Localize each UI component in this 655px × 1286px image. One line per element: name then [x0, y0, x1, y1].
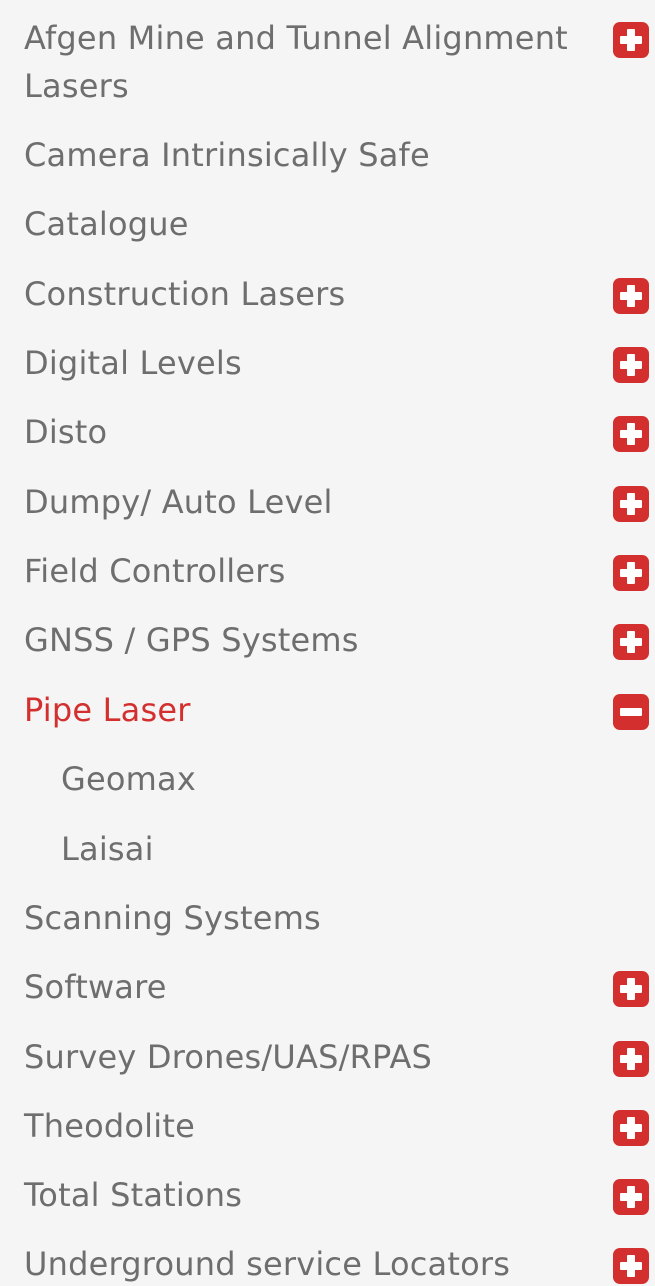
menu-item-scanning-systems[interactable]: Scanning Systems [0, 894, 655, 942]
menu-item-total-stations[interactable]: Total Stations [0, 1171, 655, 1219]
menu-item-gnss-gps-systems[interactable]: GNSS / GPS Systems [0, 616, 655, 664]
submenu-item-geomax[interactable]: Geomax [0, 755, 655, 803]
menu-item-label[interactable]: Disto [24, 408, 584, 456]
menu-item-camera-intrinsically-safe[interactable]: Camera Intrinsically Safe [0, 131, 655, 179]
menu-item-label[interactable]: Camera Intrinsically Safe [24, 131, 584, 179]
menu-item-label[interactable]: Theodolite [24, 1102, 584, 1150]
expand-icon[interactable] [613, 278, 649, 314]
menu-item-label[interactable]: Field Controllers [24, 547, 584, 595]
menu-item-construction-lasers[interactable]: Construction Lasers [0, 270, 655, 318]
menu-item-label[interactable]: Survey Drones/UAS/RPAS [24, 1033, 584, 1081]
menu-item-label[interactable]: Total Stations [24, 1171, 584, 1219]
expand-icon[interactable] [613, 1179, 649, 1215]
menu-item-afgen[interactable]: Afgen Mine and Tunnel Alignment Lasers [0, 14, 655, 110]
menu-item-label[interactable]: Dumpy/ Auto Level [24, 478, 584, 526]
expand-icon[interactable] [613, 971, 649, 1007]
collapse-icon[interactable] [613, 694, 649, 730]
expand-icon[interactable] [613, 22, 649, 58]
expand-icon[interactable] [613, 486, 649, 522]
menu-item-catalogue[interactable]: Catalogue [0, 200, 655, 248]
menu-item-underground-service-locators[interactable]: Underground service Locators [0, 1240, 655, 1286]
expand-icon[interactable] [613, 416, 649, 452]
menu-item-label[interactable]: GNSS / GPS Systems [24, 616, 584, 664]
expand-icon[interactable] [613, 347, 649, 383]
menu-item-digital-levels[interactable]: Digital Levels [0, 339, 655, 387]
category-menu: Afgen Mine and Tunnel Alignment Lasers C… [0, 0, 655, 1286]
submenu-item-laisai[interactable]: Laisai [0, 825, 655, 873]
menu-item-label[interactable]: Catalogue [24, 200, 584, 248]
expand-icon[interactable] [613, 1041, 649, 1077]
menu-item-label[interactable]: Pipe Laser [24, 686, 584, 734]
menu-item-disto[interactable]: Disto [0, 408, 655, 456]
menu-item-field-controllers[interactable]: Field Controllers [0, 547, 655, 595]
menu-item-label[interactable]: Afgen Mine and Tunnel Alignment Lasers [24, 14, 584, 110]
expand-icon[interactable] [613, 555, 649, 591]
menu-item-label[interactable]: Construction Lasers [24, 270, 584, 318]
menu-item-label[interactable]: Software [24, 963, 584, 1011]
menu-item-pipe-laser[interactable]: Pipe Laser [0, 686, 655, 734]
submenu-item-label[interactable]: Geomax [61, 755, 621, 803]
menu-item-theodolite[interactable]: Theodolite [0, 1102, 655, 1150]
menu-item-label[interactable]: Digital Levels [24, 339, 584, 387]
menu-item-survey-drones[interactable]: Survey Drones/UAS/RPAS [0, 1033, 655, 1081]
menu-item-label[interactable]: Scanning Systems [24, 894, 584, 942]
expand-icon[interactable] [613, 1248, 649, 1284]
submenu-item-label[interactable]: Laisai [61, 825, 621, 873]
menu-item-label[interactable]: Underground service Locators [24, 1240, 584, 1286]
menu-item-software[interactable]: Software [0, 963, 655, 1011]
expand-icon[interactable] [613, 624, 649, 660]
expand-icon[interactable] [613, 1110, 649, 1146]
menu-item-dumpy-auto-level[interactable]: Dumpy/ Auto Level [0, 478, 655, 526]
